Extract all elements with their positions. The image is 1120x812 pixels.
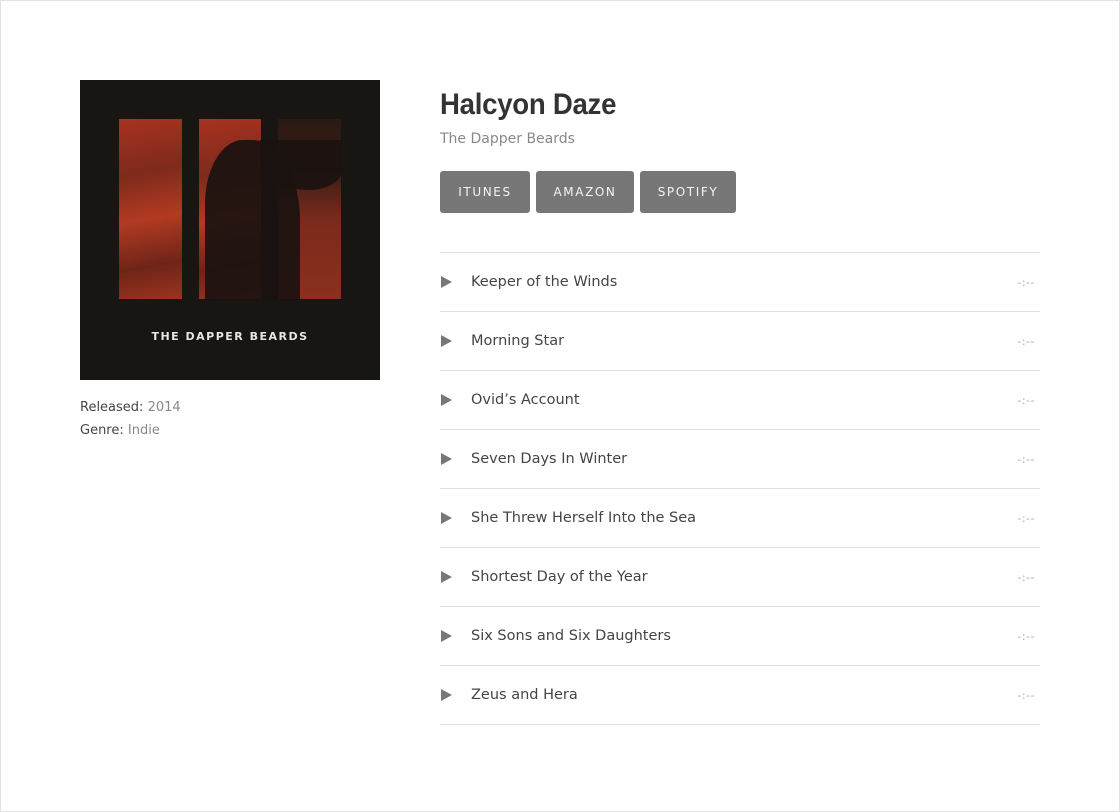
track-row[interactable]: She Threw Herself Into the Sea -:-- bbox=[440, 489, 1040, 548]
track-name: Keeper of the Winds bbox=[471, 274, 618, 290]
play-icon[interactable] bbox=[441, 512, 452, 524]
play-icon[interactable] bbox=[441, 630, 452, 642]
track-name: Shortest Day of the Year bbox=[471, 569, 648, 585]
track-name: She Threw Herself Into the Sea bbox=[471, 510, 697, 526]
album-details: Halcyon Daze The Dapper Beards ITUNES AM… bbox=[440, 86, 1040, 725]
track-list: Keeper of the Winds -:-- Morning Star -:… bbox=[440, 252, 1040, 725]
track-duration: -:-- bbox=[1017, 629, 1035, 643]
play-icon[interactable] bbox=[441, 335, 452, 347]
album-cover: THE DAPPER BEARDS bbox=[80, 80, 380, 380]
track-row[interactable]: Morning Star -:-- bbox=[440, 312, 1040, 371]
released-value: 2014 bbox=[147, 400, 181, 415]
play-icon[interactable] bbox=[441, 453, 452, 465]
genre-label: Genre: bbox=[80, 423, 124, 438]
store-buttons: ITUNES AMAZON SPOTIFY bbox=[440, 171, 1040, 213]
track-row[interactable]: Keeper of the Winds -:-- bbox=[440, 253, 1040, 312]
track-name: Six Sons and Six Daughters bbox=[471, 628, 671, 644]
track-row[interactable]: Ovid’s Account -:-- bbox=[440, 371, 1040, 430]
play-icon[interactable] bbox=[441, 689, 452, 701]
play-icon[interactable] bbox=[441, 276, 452, 288]
track-duration: -:-- bbox=[1017, 275, 1035, 289]
track-row[interactable]: Shortest Day of the Year -:-- bbox=[440, 548, 1040, 607]
genre-row: Genre: Indie bbox=[80, 419, 380, 442]
track-duration: -:-- bbox=[1017, 688, 1035, 702]
play-icon[interactable] bbox=[441, 394, 452, 406]
cover-band-name: THE DAPPER BEARDS bbox=[151, 330, 309, 343]
amazon-button[interactable]: AMAZON bbox=[536, 171, 634, 213]
track-name: Zeus and Hera bbox=[471, 687, 578, 703]
track-duration: -:-- bbox=[1017, 334, 1035, 348]
artist-name: The Dapper Beards bbox=[440, 131, 575, 147]
play-icon[interactable] bbox=[441, 571, 452, 583]
track-name: Ovid’s Account bbox=[471, 392, 580, 408]
track-row[interactable]: Seven Days In Winter -:-- bbox=[440, 430, 1040, 489]
album-sidebar: THE DAPPER BEARDS Released: 2014 Genre: … bbox=[80, 80, 380, 442]
track-name: Seven Days In Winter bbox=[471, 451, 628, 467]
spotify-button[interactable]: SPOTIFY bbox=[640, 171, 736, 213]
released-label: Released: bbox=[80, 400, 144, 415]
track-duration: -:-- bbox=[1017, 511, 1035, 525]
track-row[interactable]: Six Sons and Six Daughters -:-- bbox=[440, 607, 1040, 666]
track-duration: -:-- bbox=[1017, 452, 1035, 466]
genre-value: Indie bbox=[127, 423, 160, 438]
track-duration: -:-- bbox=[1017, 570, 1035, 584]
itunes-button[interactable]: ITUNES bbox=[440, 171, 530, 213]
released-row: Released: 2014 bbox=[80, 396, 380, 419]
album-meta: Released: 2014 Genre: Indie bbox=[80, 396, 380, 442]
cover-panel bbox=[119, 119, 182, 299]
track-name: Morning Star bbox=[471, 333, 565, 349]
album-title: Halcyon Daze bbox=[440, 88, 617, 121]
track-row[interactable]: Zeus and Hera -:-- bbox=[440, 666, 1040, 725]
track-duration: -:-- bbox=[1017, 393, 1035, 407]
